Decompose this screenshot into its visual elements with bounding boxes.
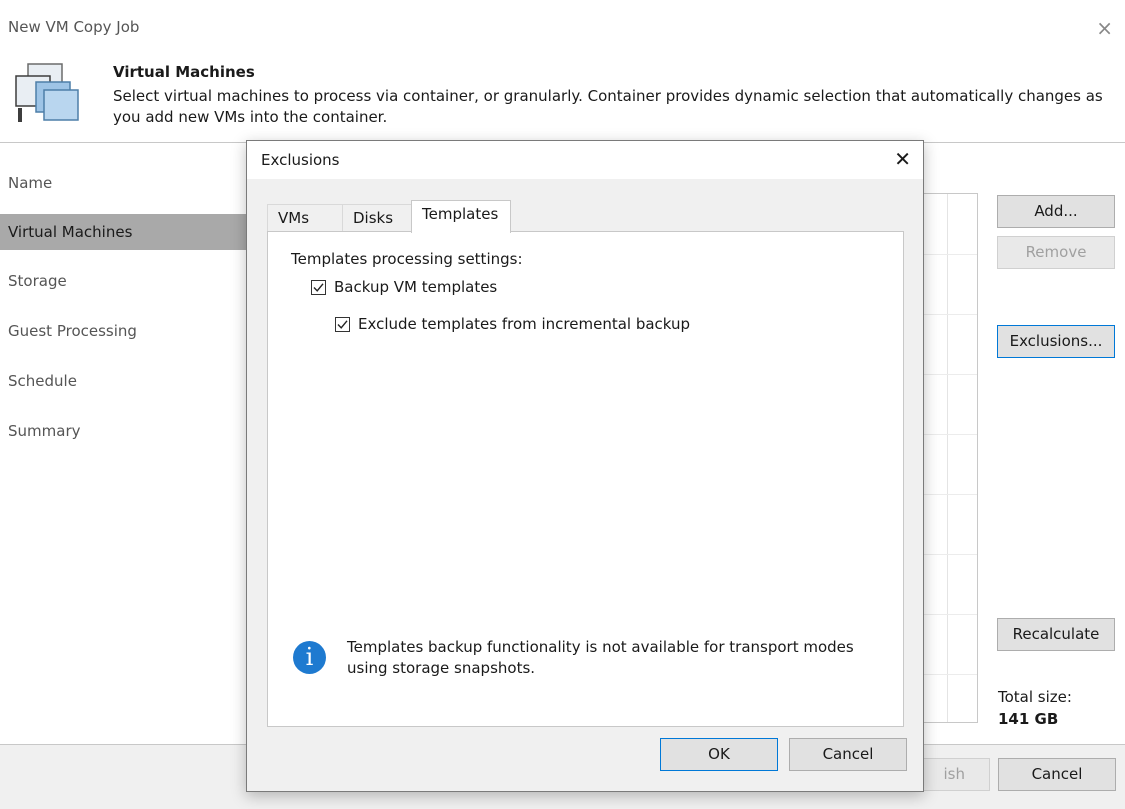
checkbox-checked-icon[interactable] xyxy=(311,279,326,295)
tab-vms[interactable]: VMs xyxy=(267,204,343,232)
step-virtual-machines[interactable]: Virtual Machines xyxy=(0,214,247,250)
total-size-value: 141 GB xyxy=(998,710,1059,728)
step-guest-processing[interactable]: Guest Processing xyxy=(0,313,247,349)
tab-label: Disks xyxy=(353,209,394,227)
remove-button[interactable]: Remove xyxy=(997,236,1115,269)
total-size-label: Total size: xyxy=(998,688,1072,706)
table-row-line xyxy=(921,494,977,495)
step-label: Virtual Machines xyxy=(8,223,133,241)
checkbox-label: Backup VM templates xyxy=(334,278,498,296)
dialog-title: Exclusions xyxy=(261,151,340,169)
step-label: Storage xyxy=(8,272,67,290)
table-row-line xyxy=(921,314,977,315)
step-schedule[interactable]: Schedule xyxy=(0,363,247,399)
exclude-templates-incremental-checkbox[interactable]: Exclude templates from incremental backu… xyxy=(335,315,690,333)
step-storage[interactable]: Storage xyxy=(0,263,247,299)
checkbox-label: Exclude templates from incremental backu… xyxy=(358,315,691,333)
tab-label: Templates xyxy=(422,205,499,223)
dialog-close-icon[interactable]: ✕ xyxy=(894,147,911,171)
tab-disks[interactable]: Disks xyxy=(342,204,412,232)
templates-settings-heading: Templates processing settings: xyxy=(291,250,523,268)
tab-label: VMs xyxy=(278,209,310,227)
table-row-line xyxy=(921,674,977,675)
step-label: Schedule xyxy=(8,372,77,390)
step-label: Guest Processing xyxy=(8,322,137,340)
dialog-titlebar: Exclusions ✕ xyxy=(247,141,923,179)
templates-tab-panel: Templates processing settings: Backup VM… xyxy=(267,231,904,727)
step-label: Summary xyxy=(8,422,81,440)
checkbox-checked-icon[interactable] xyxy=(335,316,350,332)
ok-button[interactable]: OK xyxy=(660,738,778,771)
dialog-cancel-button[interactable]: Cancel xyxy=(789,738,907,771)
exclusions-button[interactable]: Exclusions... xyxy=(997,325,1115,358)
step-name[interactable]: Name xyxy=(0,165,247,201)
table-row-line xyxy=(921,254,977,255)
table-row-line xyxy=(921,554,977,555)
header-title: Virtual Machines xyxy=(113,63,255,81)
exclusions-dialog: Exclusions ✕ VMs Disks Templates Templat… xyxy=(246,140,924,792)
cancel-button[interactable]: Cancel xyxy=(998,758,1116,791)
add-button[interactable]: Add... xyxy=(997,195,1115,228)
backup-vm-templates-checkbox[interactable]: Backup VM templates xyxy=(311,278,497,296)
column-divider xyxy=(947,194,948,722)
table-row-line xyxy=(921,374,977,375)
info-message: Templates backup functionality is not av… xyxy=(347,638,854,677)
vm-list-table[interactable] xyxy=(920,193,978,723)
window-title: New VM Copy Job xyxy=(8,18,140,36)
step-summary[interactable]: Summary xyxy=(0,413,247,449)
tab-templates[interactable]: Templates xyxy=(411,200,511,233)
window-close-icon[interactable]: × xyxy=(1096,16,1113,40)
info-icon: i xyxy=(293,641,326,674)
virtual-machines-icon xyxy=(15,63,79,122)
recalculate-button[interactable]: Recalculate xyxy=(997,618,1115,651)
table-row-line xyxy=(921,434,977,435)
header-description: Select virtual machines to process via c… xyxy=(113,87,1103,126)
table-row-line xyxy=(921,614,977,615)
step-label: Name xyxy=(8,174,53,192)
